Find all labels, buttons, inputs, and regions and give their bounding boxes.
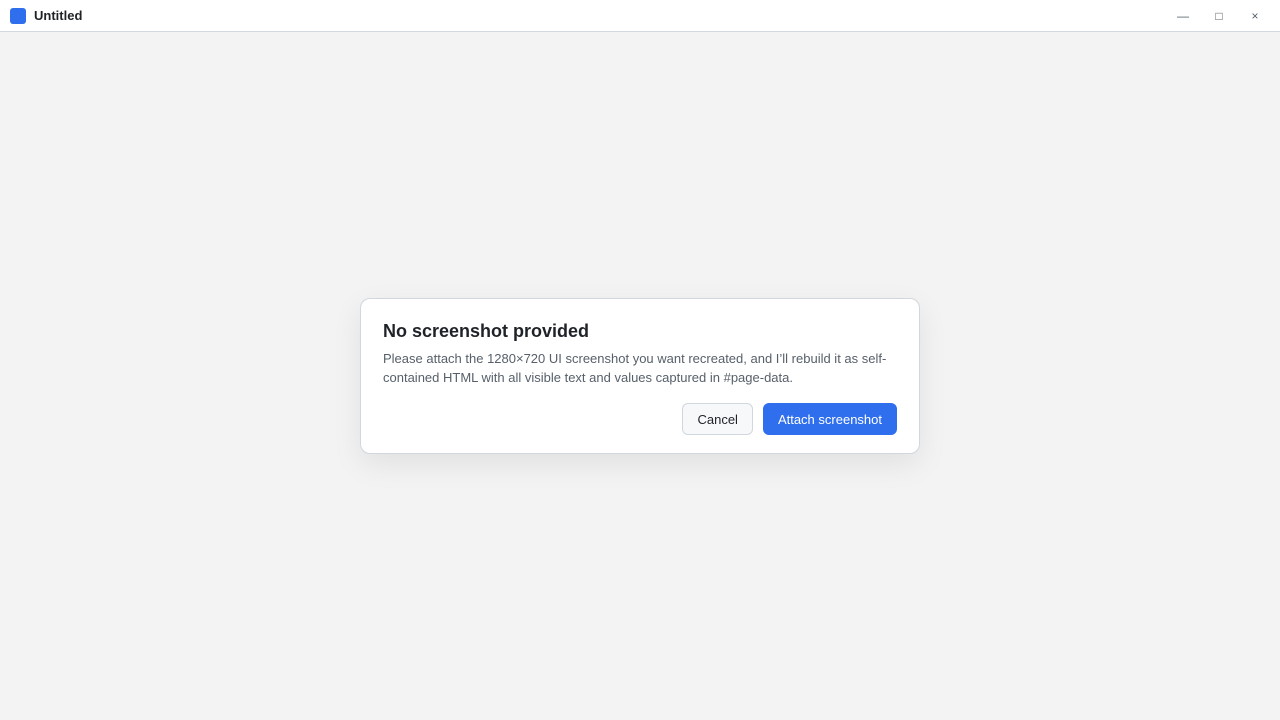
window-controls: — □ × (1168, 4, 1270, 28)
app-icon (10, 7, 26, 24)
cancel-button[interactable]: Cancel (682, 403, 753, 436)
maximize-button[interactable]: □ (1204, 4, 1234, 28)
minimize-button[interactable]: — (1168, 4, 1198, 28)
title-bar: Untitled — □ × (0, 0, 1280, 32)
window-title: Untitled (34, 8, 83, 23)
title-left: Untitled (10, 7, 83, 24)
minimize-icon: — (1177, 8, 1189, 23)
notice-actions: Cancel Attach screenshot (383, 403, 897, 436)
notice-heading: No screenshot provided (383, 320, 590, 341)
app-frame: Untitled — □ × No screenshot provided Pl… (0, 0, 1280, 720)
notice-message: Please attach the 1280×720 UI screenshot… (383, 350, 887, 385)
notice-card: No screenshot provided Please attach the… (360, 297, 920, 455)
close-icon: × (1251, 8, 1259, 23)
close-button[interactable]: × (1240, 4, 1270, 28)
maximize-icon: □ (1215, 8, 1223, 23)
attach-screenshot-button[interactable]: Attach screenshot (762, 403, 897, 436)
main-content: No screenshot provided Please attach the… (0, 32, 1280, 720)
